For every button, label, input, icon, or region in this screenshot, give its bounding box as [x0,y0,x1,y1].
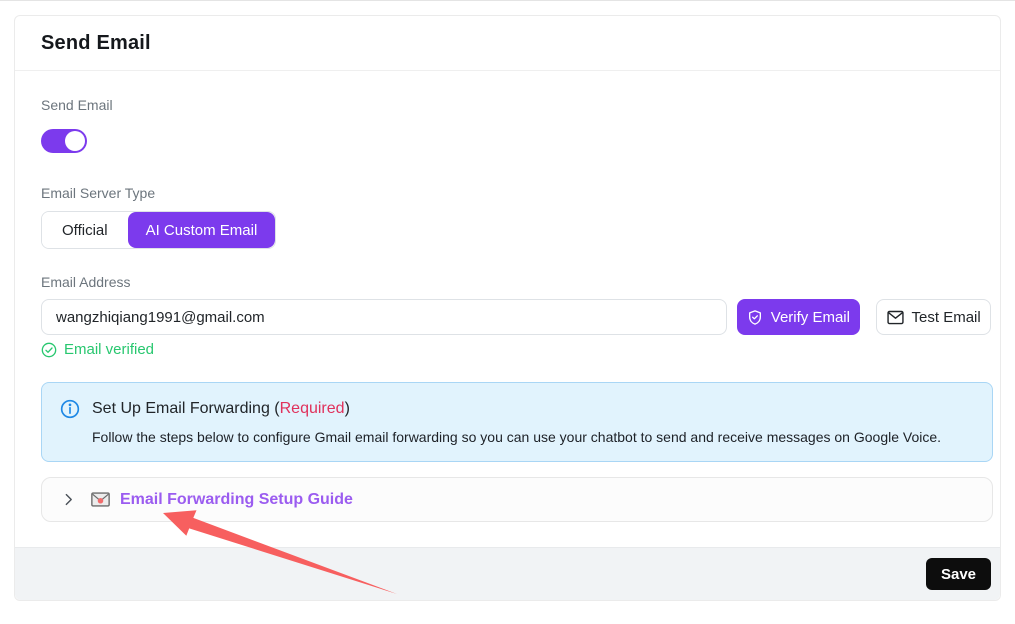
chevron-right-icon[interactable] [62,493,75,506]
email-forwarding-alert: Set Up Email Forwarding (Required) Follo… [41,382,993,462]
server-type-ai-custom-button[interactable]: AI Custom Email [128,212,276,248]
test-email-button[interactable]: Test Email [876,299,991,335]
alert-description: Follow the steps below to configure Gmai… [92,429,974,445]
email-verified-status: Email verified [41,341,991,358]
send-email-toggle[interactable] [41,129,87,153]
check-circle-icon [41,342,57,358]
email-emoji-icon [91,492,110,507]
send-email-card: Send Email Send Email Email Server Type … [14,15,1001,601]
alert-title-row: Set Up Email Forwarding (Required) [60,399,974,419]
card-header: Send Email [15,16,1000,71]
mail-icon [887,310,904,325]
card-body: Send Email Email Server Type Official AI… [15,71,1000,522]
toggle-knob [65,131,85,151]
email-address-label: Email Address [41,274,991,290]
alert-title: Set Up Email Forwarding (Required) [92,400,350,418]
page-title: Send Email [41,32,151,55]
server-type-segmented-control: Official AI Custom Email [41,211,276,249]
save-button[interactable]: Save [926,558,991,590]
alert-required-text: Required [280,400,345,417]
email-address-input[interactable] [41,299,727,335]
alert-title-text: Set Up Email Forwarding [92,400,270,417]
send-email-toggle-label: Send Email [41,97,991,113]
alert-paren-close: ) [345,400,350,417]
info-icon [60,399,80,419]
verify-email-label: Verify Email [771,309,850,326]
server-type-official-button[interactable]: Official [42,212,128,248]
server-type-label: Email Server Type [41,185,991,201]
verify-email-button[interactable]: Verify Email [737,299,861,335]
card-footer: Save [15,547,1000,600]
email-verified-text: Email verified [64,341,154,358]
shield-check-icon [747,309,763,326]
alert-paren-open: ( [270,400,280,417]
setup-guide-expander[interactable]: Email Forwarding Setup Guide [41,477,993,522]
email-row: Verify Email Test Email [41,299,991,335]
page: Send Email Send Email Email Server Type … [0,0,1015,624]
test-email-label: Test Email [912,309,981,326]
setup-guide-link[interactable]: Email Forwarding Setup Guide [120,491,353,509]
